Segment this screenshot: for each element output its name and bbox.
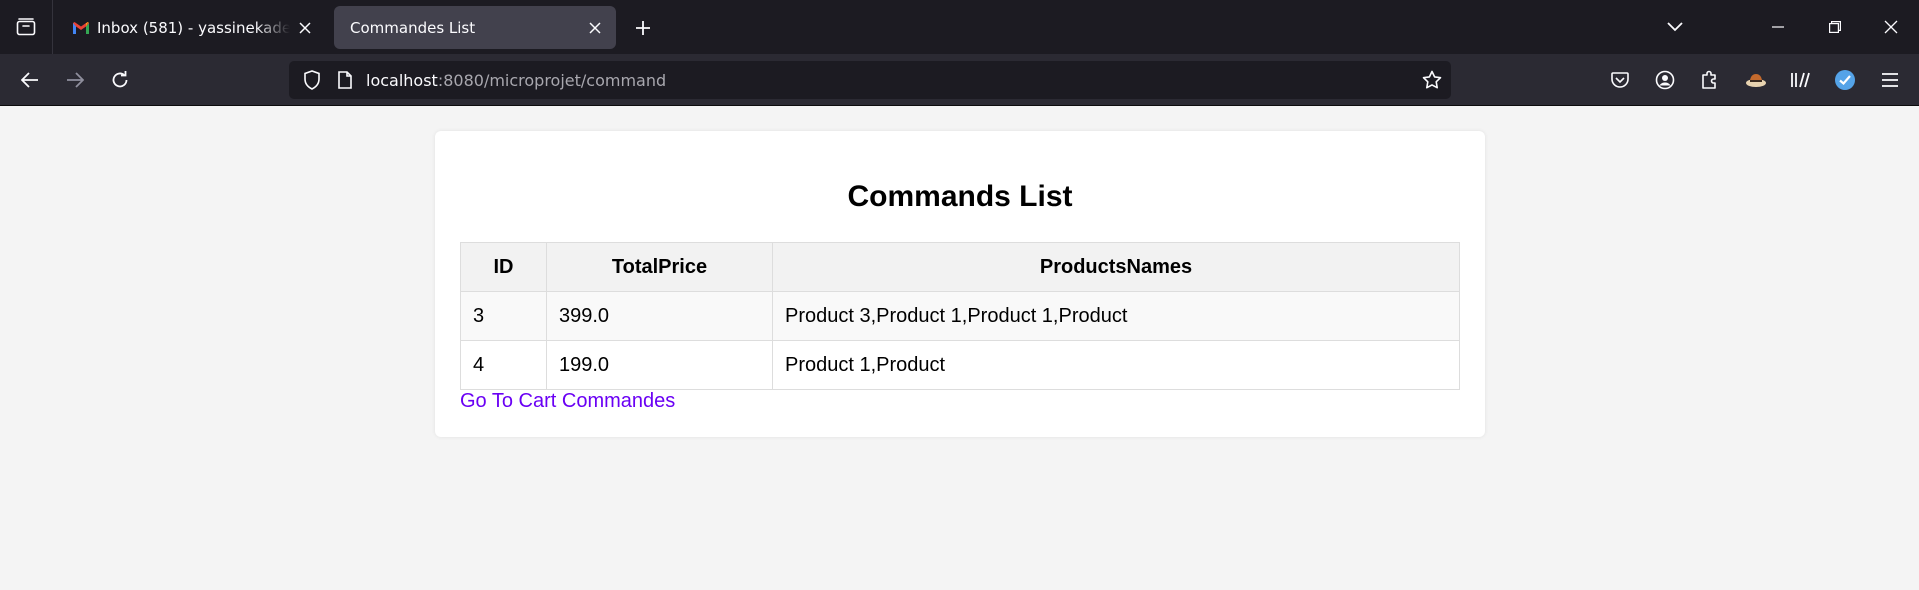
- tab-inbox[interactable]: Inbox (581) - yassinekader.contact@gmail…: [56, 6, 326, 49]
- puzzle-icon: [1702, 70, 1716, 89]
- header-products-names: ProductsNames: [772, 242, 1460, 292]
- bookmark-star-icon[interactable]: [1417, 65, 1447, 95]
- chevron-down-icon: [1667, 22, 1683, 32]
- extension-button-1[interactable]: [1740, 64, 1772, 96]
- cell-total-price: 399.0: [546, 291, 773, 341]
- url-host: localhost: [366, 71, 438, 90]
- check-circle-extension-icon: [1835, 70, 1855, 90]
- commands-card: Commands List ID TotalPrice ProductsName…: [435, 131, 1485, 437]
- nav-bar: localhost:8080/microprojet/command: [0, 54, 1919, 106]
- minimize-button[interactable]: [1753, 0, 1803, 54]
- hamburger-menu-icon: [1882, 73, 1898, 87]
- close-tab-icon[interactable]: [580, 13, 610, 43]
- go-to-cart-link[interactable]: Go To Cart Commandes: [460, 390, 675, 413]
- forward-arrow-icon: [67, 72, 84, 88]
- reload-icon: [112, 71, 128, 88]
- gmail-icon: [73, 21, 89, 34]
- url-bar[interactable]: localhost:8080/microprojet/command: [289, 61, 1451, 99]
- account-button[interactable]: [1649, 64, 1681, 96]
- firefox-view-icon: [16, 18, 36, 36]
- extension-button-2[interactable]: [1784, 64, 1816, 96]
- tab-bar: Inbox (581) - yassinekader.contact@gmail…: [0, 0, 1919, 54]
- tab-title: Inbox (581) - yassinekader.contact@gmail…: [97, 18, 290, 37]
- tracking-protection-shield-icon[interactable]: [297, 65, 327, 95]
- forward-button[interactable]: [57, 62, 93, 98]
- table-row: 4 199.0 Product 1,Product: [460, 340, 1460, 390]
- url-path: :8080/microprojet/command: [437, 71, 667, 90]
- pocket-button[interactable]: [1604, 64, 1636, 96]
- back-arrow-icon: [21, 72, 38, 88]
- back-button[interactable]: [12, 62, 48, 98]
- close-window-button[interactable]: [1866, 0, 1916, 54]
- pocket-icon: [1611, 71, 1629, 88]
- close-tab-icon[interactable]: [290, 13, 320, 43]
- library-icon: [1791, 72, 1810, 88]
- page-info-icon[interactable]: [330, 65, 360, 95]
- list-all-tabs-button[interactable]: [1650, 0, 1700, 54]
- tab-title: Commandes List: [350, 18, 476, 37]
- restore-icon: [1829, 21, 1841, 33]
- cell-id: 3: [460, 291, 547, 341]
- cell-products-names: Product 3,Product 1,Product 1,Product: [772, 291, 1460, 341]
- firefox-view-button[interactable]: [0, 0, 53, 54]
- close-icon: [1884, 20, 1898, 34]
- reload-button[interactable]: [102, 62, 138, 98]
- cell-id: 4: [460, 340, 547, 390]
- menu-button[interactable]: [1874, 64, 1906, 96]
- extensions-button[interactable]: [1694, 64, 1726, 96]
- minimize-icon: [1772, 26, 1784, 28]
- table-header-row: ID TotalPrice ProductsNames: [460, 242, 1460, 292]
- hat-extension-icon: [1746, 74, 1766, 87]
- cell-total-price: 199.0: [546, 340, 773, 390]
- cell-products-names: Product 1,Product: [772, 340, 1460, 390]
- new-tab-button[interactable]: [625, 10, 661, 46]
- tab-commandes-list[interactable]: Commandes List: [334, 6, 616, 49]
- commands-table: ID TotalPrice ProductsNames 3 399.0 Prod…: [460, 242, 1460, 390]
- account-icon: [1655, 70, 1675, 90]
- table-row: 3 399.0 Product 3,Product 1,Product 1,Pr…: [460, 291, 1460, 341]
- header-total-price: TotalPrice: [546, 242, 773, 292]
- page-title: Commands List: [847, 180, 1073, 213]
- header-id: ID: [460, 242, 547, 292]
- restore-button[interactable]: [1810, 0, 1860, 54]
- extension-button-3[interactable]: [1829, 64, 1861, 96]
- plus-icon: [636, 21, 650, 35]
- url-text[interactable]: localhost:8080/microprojet/command: [366, 71, 666, 90]
